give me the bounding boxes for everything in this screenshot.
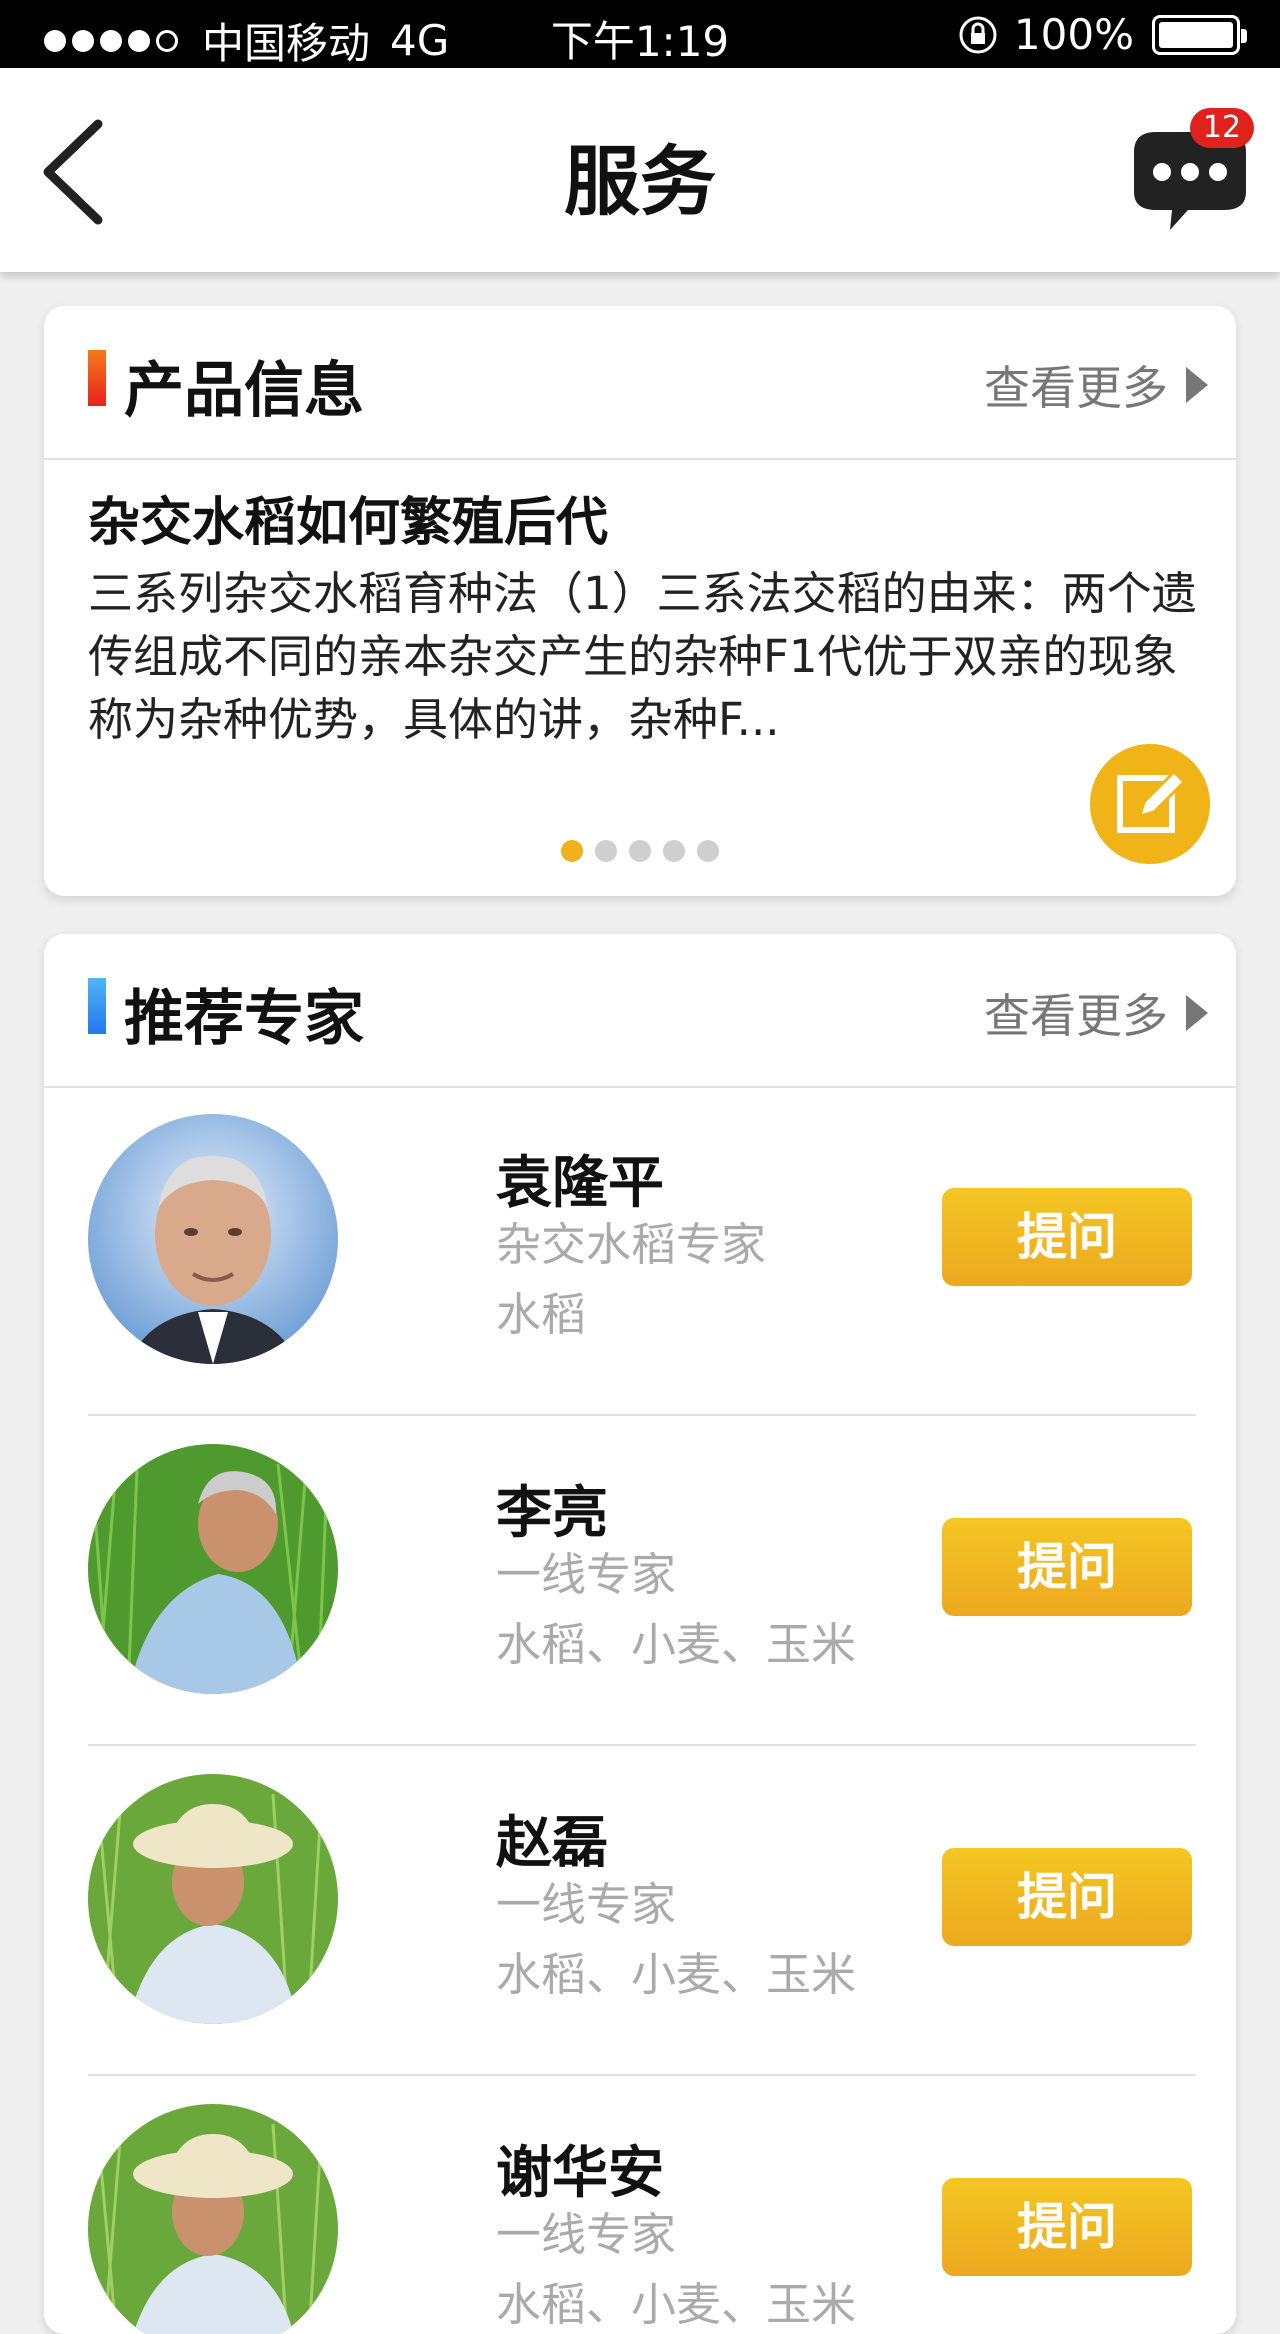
expert-tags: 水稻、小麦、玉米 [496,2278,857,2331]
section-title: 产品信息 [124,356,364,426]
expert-name: 李亮 [496,1481,608,1546]
expert-row[interactable]: 赵磊 一线专家 水稻、小麦、玉米 提问 [44,1746,1236,2076]
expert-title: 杂交水稻专家 [496,1218,767,1271]
nav-bar: 服务 [0,68,1280,272]
expert-tags: 水稻、小麦、玉米 [496,1948,857,2001]
expert-title: 一线专家 [496,2208,677,2261]
pager-dot[interactable] [595,840,617,862]
chevron-right-icon [1186,367,1208,403]
pager-dot[interactable] [697,840,719,862]
battery-percent: 100% [1013,10,1134,59]
expert-title: 一线专家 [496,1878,677,1931]
product-info-card: 产品信息 查看更多 杂交水稻如何繁殖后代 三系列杂交水稻育种法（1）三系法交稻的… [44,306,1236,896]
article-excerpt[interactable]: 三系列杂交水稻育种法（1）三系法交稻的由来：两个遗传组成不同的亲本杂交产生的杂种… [88,562,1208,751]
product-more-link[interactable]: 查看更多 [984,352,1208,418]
expert-row[interactable]: 李亮 一线专家 水稻、小麦、玉米 提问 [44,1416,1236,1746]
product-info-header: 产品信息 查看更多 [44,306,1236,460]
section-title: 推荐专家 [124,984,364,1054]
expert-row[interactable]: 谢华安 一线专家 水稻、小麦、玉米 提问 [44,2076,1236,2334]
pager-dot[interactable] [663,840,685,862]
more-label: 查看更多 [984,361,1168,415]
article-title[interactable]: 杂交水稻如何繁殖后代 [88,480,608,555]
chevron-right-icon [1186,995,1208,1031]
expert-tags: 水稻、小麦、玉米 [496,1618,857,1671]
ask-button[interactable]: 提问 [942,1518,1192,1616]
message-count-badge: 12 [1190,108,1254,148]
section-accent-bar [88,978,106,1034]
experts-more-link[interactable]: 查看更多 [984,980,1208,1046]
ask-button[interactable]: 提问 [942,1188,1192,1286]
page-title: 服务 [564,137,716,226]
avatar[interactable] [88,1774,338,2024]
pager-dot[interactable] [629,840,651,862]
carousel-pager [44,840,1236,862]
avatar[interactable] [88,1444,338,1694]
more-label: 查看更多 [984,989,1168,1043]
ask-button[interactable]: 提问 [942,1848,1192,1946]
experts-header: 推荐专家 查看更多 [44,934,1236,1088]
status-bar: 中国移动 4G 下午1:19 100% [0,0,1280,68]
ask-button[interactable]: 提问 [942,2178,1192,2276]
rotation-lock-icon [959,16,997,53]
expert-title: 一线专家 [496,1548,677,1601]
expert-name: 袁隆平 [496,1151,664,1216]
expert-name: 赵磊 [496,1811,608,1876]
expert-name: 谢华安 [496,2141,664,2206]
battery-icon [1152,14,1247,55]
experts-card: 推荐专家 查看更多 袁隆平 杂交水稻专家 水稻 提问 李亮 一线专家 水稻、小麦… [44,934,1236,2334]
avatar[interactable] [88,1114,338,1364]
expert-row[interactable]: 袁隆平 杂交水稻专家 水稻 提问 [44,1086,1236,1416]
pager-dot[interactable] [561,840,583,862]
section-accent-bar [88,350,106,406]
avatar[interactable] [88,2104,338,2334]
expert-tags: 水稻 [496,1288,587,1341]
